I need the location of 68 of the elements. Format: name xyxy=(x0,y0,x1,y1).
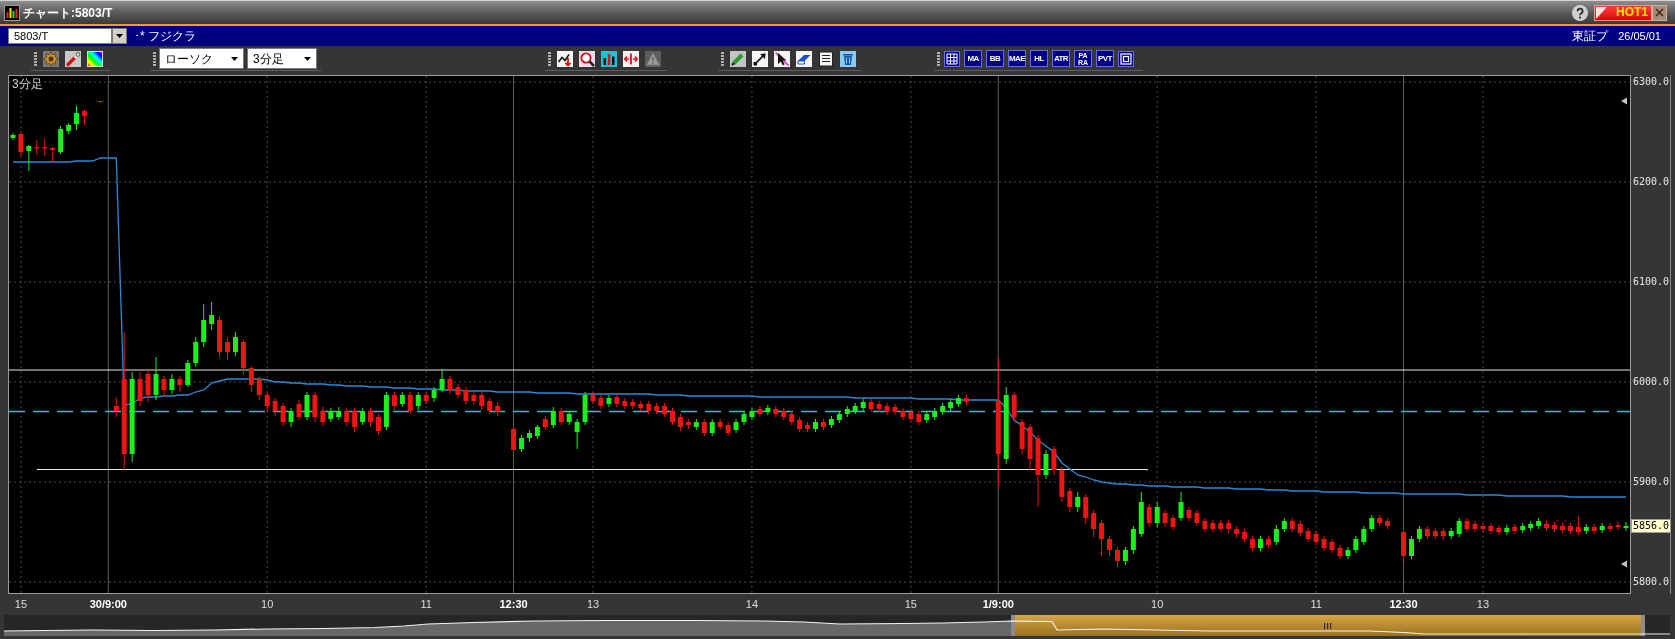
chart-icon xyxy=(4,4,20,21)
split-arrows-icon[interactable] xyxy=(623,50,639,67)
triangle-marker-icon xyxy=(1621,97,1627,105)
close-icon[interactable] xyxy=(1655,8,1664,17)
grip-icon[interactable] xyxy=(1324,623,1332,629)
indicator-button[interactable]: MAE xyxy=(1008,50,1026,67)
interval-label: 3分足 xyxy=(12,77,43,91)
flag-icon xyxy=(1596,6,1607,19)
price-label: 5800.0 xyxy=(1633,576,1670,588)
time-label: 10 xyxy=(1151,598,1164,611)
close-button[interactable] xyxy=(1652,4,1667,21)
symbol-field[interactable]: 5803/T xyxy=(8,28,112,44)
time-label: 12:30 xyxy=(499,598,528,611)
help-icon[interactable] xyxy=(1572,4,1588,21)
indicator-button[interactable]: PVT xyxy=(1096,50,1114,67)
grip-icon[interactable] xyxy=(548,50,551,67)
bar-chart-icon[interactable] xyxy=(601,50,617,67)
time-label: 30/9:00 xyxy=(89,598,127,611)
last-price-label: 5856.0 xyxy=(1631,519,1672,533)
cursor-icon[interactable] xyxy=(774,50,790,67)
time-label: 11 xyxy=(1310,598,1322,611)
price-label: 6200.0 xyxy=(1633,176,1670,188)
grip-icon[interactable] xyxy=(34,50,37,67)
eraser-icon[interactable] xyxy=(796,50,812,67)
color-gradient-icon[interactable] xyxy=(87,50,103,67)
grip-icon[interactable] xyxy=(721,50,724,67)
time-label: 11 xyxy=(420,598,432,611)
chart-type-dropdown[interactable]: ローソク xyxy=(159,48,244,69)
grip-icon[interactable] xyxy=(153,50,156,67)
triangle-marker-icon xyxy=(1621,560,1627,568)
handle-icon[interactable] xyxy=(1011,615,1015,636)
document-icon[interactable] xyxy=(818,50,834,67)
time-label: 14 xyxy=(745,598,759,611)
time-label: 13 xyxy=(586,598,600,611)
time-label: 15 xyxy=(14,598,28,611)
dropdown-button[interactable] xyxy=(112,28,127,44)
indicator-button[interactable]: MA xyxy=(964,50,982,67)
price-label: 6300.0 xyxy=(1633,76,1670,88)
market-label: 東証プ xyxy=(1572,29,1609,43)
handle-icon[interactable] xyxy=(1641,615,1645,636)
time-label: 13 xyxy=(1476,598,1490,611)
window-icon[interactable] xyxy=(1118,50,1134,67)
gear-icon[interactable] xyxy=(43,50,59,67)
stock-name: ･* フジクラ xyxy=(134,29,196,43)
grip-icon[interactable] xyxy=(937,50,940,67)
pencil-icon[interactable] xyxy=(730,50,746,67)
price-label: 5900.0 xyxy=(1633,476,1670,488)
time-label: 1/9:00 xyxy=(982,598,1014,611)
caret-icon xyxy=(231,56,238,61)
time-label: 10 xyxy=(261,598,274,611)
indicator-button[interactable]: BB xyxy=(986,50,1004,67)
indicator-button[interactable]: HL xyxy=(1030,50,1048,67)
window-title: チャート:5803/T xyxy=(23,5,113,20)
trash-icon[interactable] xyxy=(840,50,856,67)
caret-icon xyxy=(116,34,123,38)
indicator-grid-icon[interactable] xyxy=(944,50,960,67)
wrench-icon[interactable] xyxy=(65,50,81,67)
interval-dropdown[interactable]: 3分足 xyxy=(247,48,317,69)
scroll-thumb[interactable] xyxy=(1011,615,1645,636)
date-label: 26/05/01 xyxy=(1618,29,1661,43)
diagonal-arrow-icon[interactable] xyxy=(752,50,768,67)
price-label: 6100.0 xyxy=(1633,276,1670,288)
zoom-icon[interactable] xyxy=(579,50,595,67)
time-label: 12:30 xyxy=(1389,598,1418,611)
time-label: 15 xyxy=(904,598,917,611)
indicator-button[interactable]: ATR xyxy=(1052,50,1070,67)
caret-icon xyxy=(304,56,311,61)
price-label: 6000.0 xyxy=(1633,376,1670,388)
